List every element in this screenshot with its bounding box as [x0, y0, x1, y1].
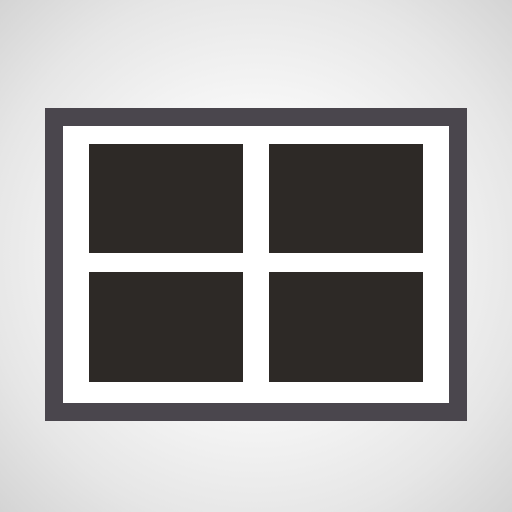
window-pane-top-right	[269, 144, 423, 253]
window-pane-bottom-left	[89, 272, 243, 382]
window-frame-icon	[45, 108, 467, 421]
window-pane-bottom-right	[269, 272, 423, 382]
window-pane-top-left	[89, 144, 243, 253]
